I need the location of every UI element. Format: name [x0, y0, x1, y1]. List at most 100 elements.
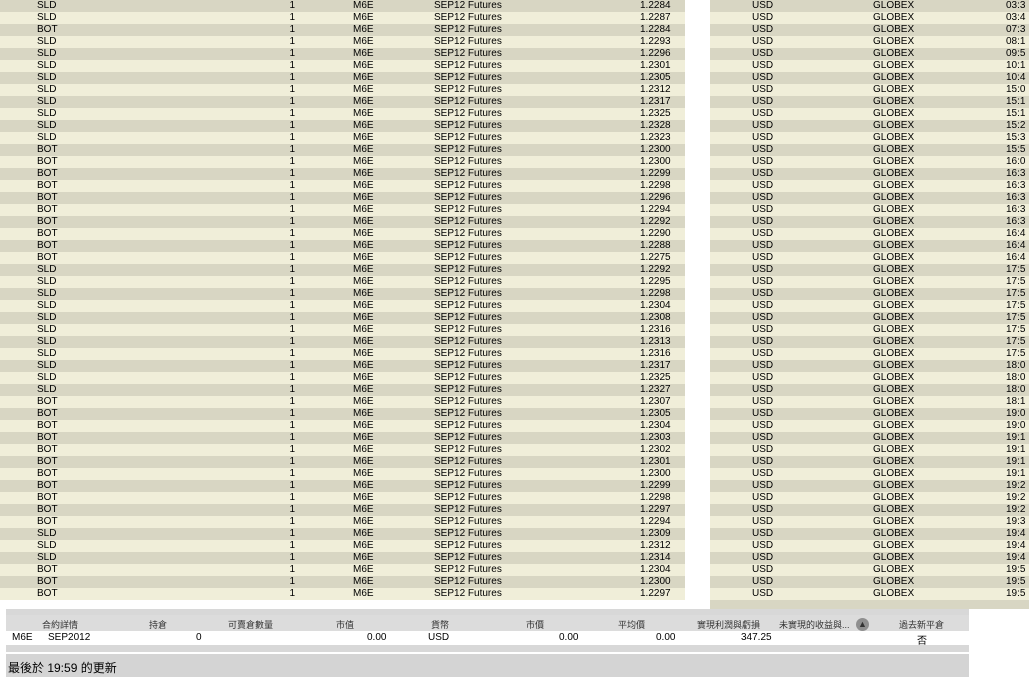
trade-currency: USD: [752, 540, 774, 551]
header-position[interactable]: 持倉: [149, 618, 167, 631]
table-row[interactable]: SLD 1 M6E SEP12 Futures 1.2284 USD GLOBEX 03:3: [0, 0, 1029, 12]
trade-exchange: GLOBEX: [873, 204, 915, 215]
trade-description: SEP12 Futures: [434, 144, 502, 155]
table-row[interactable]: SLD 1 M6E SEP12 Futures 1.2293 USD GLOBEX 08:1: [0, 36, 1029, 48]
table-row[interactable]: BOT 1 M6E SEP12 Futures 1.2290 USD GLOBEX 16:4: [0, 228, 1029, 240]
table-row[interactable]: BOT 1 M6E SEP12 Futures 1.2299 USD GLOBEX 16:3: [0, 168, 1029, 180]
header-contract[interactable]: 合約詳情: [42, 618, 78, 631]
table-row[interactable]: BOT 1 M6E SEP12 Futures 1.2300 USD GLOBEX 16:0: [0, 156, 1029, 168]
table-row[interactable]: SLD 1 M6E SEP12 Futures 1.2305 USD GLOBEX 10:4: [0, 72, 1029, 84]
header-avg-price[interactable]: 平均價: [618, 618, 645, 631]
trade-description: SEP12 Futures: [434, 300, 502, 311]
trade-exchange: GLOBEX: [873, 492, 915, 503]
trade-currency: USD: [752, 408, 774, 419]
table-row[interactable]: SLD 1 M6E SEP12 Futures 1.2309 USD GLOBEX 19:4: [0, 528, 1029, 540]
table-row[interactable]: SLD 1 M6E SEP12 Futures 1.2327 USD GLOBEX 18:0: [0, 384, 1029, 396]
table-row[interactable]: SLD 1 M6E SEP12 Futures 1.2313 USD GLOBEX 17:5: [0, 336, 1029, 348]
header-market-value[interactable]: 市值: [336, 618, 354, 631]
table-row[interactable]: SLD 1 M6E SEP12 Futures 1.2312 USD GLOBEX 15:0: [0, 84, 1029, 96]
table-row[interactable]: BOT 1 M6E SEP12 Futures 1.2297 USD GLOBEX 19:5: [0, 588, 1029, 600]
trade-exchange: GLOBEX: [873, 276, 915, 287]
table-row[interactable]: SLD 1 M6E SEP12 Futures 1.2304 USD GLOBEX 17:5: [0, 300, 1029, 312]
trade-description: SEP12 Futures: [434, 312, 502, 323]
table-row[interactable]: BOT 1 M6E SEP12 Futures 1.2294 USD GLOBEX 16:3: [0, 204, 1029, 216]
trade-time: 19:3: [1006, 516, 1026, 527]
header-available-qty[interactable]: 可賣倉數量: [228, 618, 273, 631]
table-row[interactable]: SLD 1 M6E SEP12 Futures 1.2287 USD GLOBEX 03:4: [0, 12, 1029, 24]
table-row[interactable]: BOT 1 M6E SEP12 Futures 1.2300 USD GLOBEX 15:5: [0, 144, 1029, 156]
trade-description: SEP12 Futures: [434, 348, 502, 359]
trade-price: 1.2309: [640, 528, 671, 539]
table-row[interactable]: SLD 1 M6E SEP12 Futures 1.2295 USD GLOBEX 17:5: [0, 276, 1029, 288]
trade-description: SEP12 Futures: [434, 228, 502, 239]
table-row[interactable]: SLD 1 M6E SEP12 Futures 1.2308 USD GLOBEX 17:5: [0, 312, 1029, 324]
trade-symbol: M6E: [353, 276, 374, 287]
table-row[interactable]: SLD 1 M6E SEP12 Futures 1.2316 USD GLOBEX 17:5: [0, 348, 1029, 360]
table-row[interactable]: BOT 1 M6E SEP12 Futures 1.2304 USD GLOBEX 19:5: [0, 564, 1029, 576]
table-row[interactable]: SLD 1 M6E SEP12 Futures 1.2323 USD GLOBEX 15:3: [0, 132, 1029, 144]
header-market-price[interactable]: 市價: [526, 618, 544, 631]
table-row[interactable]: SLD 1 M6E SEP12 Futures 1.2317 USD GLOBEX 15:1: [0, 96, 1029, 108]
trade-exchange: GLOBEX: [873, 480, 915, 491]
table-row[interactable]: BOT 1 M6E SEP12 Futures 1.2307 USD GLOBEX 18:1: [0, 396, 1029, 408]
trade-description: SEP12 Futures: [434, 468, 502, 479]
trade-qty: 1: [289, 324, 295, 335]
trade-qty: 1: [289, 588, 295, 599]
trade-qty: 1: [289, 300, 295, 311]
trade-symbol: M6E: [353, 564, 374, 575]
trade-description: SEP12 Futures: [434, 540, 502, 551]
table-row[interactable]: BOT 1 M6E SEP12 Futures 1.2303 USD GLOBEX 19:1: [0, 432, 1029, 444]
trades-table: SLD 1 M6E SEP12 Futures 1.2284 USD GLOBEX 03:3 S…: [0, 0, 1029, 603]
trade-time: 19:0: [1006, 420, 1026, 431]
trade-exchange: GLOBEX: [873, 444, 915, 455]
table-row[interactable]: SLD 1 M6E SEP12 Futures 1.2316 USD GLOBEX 17:5: [0, 324, 1029, 336]
table-row[interactable]: BOT 1 M6E SEP12 Futures 1.2294 USD GLOBEX 19:3: [0, 516, 1029, 528]
table-row[interactable]: SLD 1 M6E SEP12 Futures 1.2325 USD GLOBEX 18:0: [0, 372, 1029, 384]
table-row[interactable]: SLD 1 M6E SEP12 Futures 1.2298 USD GLOBEX 17:5: [0, 288, 1029, 300]
table-row[interactable]: BOT 1 M6E SEP12 Futures 1.2296 USD GLOBEX 16:3: [0, 192, 1029, 204]
table-row[interactable]: BOT 1 M6E SEP12 Futures 1.2305 USD GLOBEX 19:0: [0, 408, 1029, 420]
table-row[interactable]: SLD 1 M6E SEP12 Futures 1.2317 USD GLOBEX 18:0: [0, 360, 1029, 372]
header-close-out[interactable]: 過去新平倉: [899, 618, 944, 631]
cell-close-out: 否: [917, 636, 927, 647]
trade-exchange: GLOBEX: [873, 288, 915, 299]
table-row[interactable]: BOT 1 M6E SEP12 Futures 1.2275 USD GLOBEX 16:4: [0, 252, 1029, 264]
portfolio-row[interactable]: M6E SEP2012 0 0.00 USD 0.00 0.00 347.25 …: [6, 631, 969, 647]
header-realized-pnl[interactable]: 實現利潤與虧損: [697, 618, 760, 631]
trade-qty: 1: [289, 444, 295, 455]
table-row[interactable]: SLD 1 M6E SEP12 Futures 1.2325 USD GLOBEX 15:1: [0, 108, 1029, 120]
header-unrealized-pnl[interactable]: 未實現的收益與...: [779, 618, 850, 631]
table-row[interactable]: BOT 1 M6E SEP12 Futures 1.2302 USD GLOBEX 19:1: [0, 444, 1029, 456]
table-row[interactable]: BOT 1 M6E SEP12 Futures 1.2300 USD GLOBEX 19:5: [0, 576, 1029, 588]
table-row[interactable]: BOT 1 M6E SEP12 Futures 1.2298 USD GLOBEX 19:2: [0, 492, 1029, 504]
trade-exchange: GLOBEX: [873, 216, 915, 227]
portfolio-header: 合約詳情 持倉 可賣倉數量 市值 貨幣 市價 平均價 實現利潤與虧損 未實現的收…: [6, 615, 969, 631]
header-currency[interactable]: 貨幣: [431, 618, 449, 631]
trade-qty: 1: [289, 480, 295, 491]
table-row[interactable]: BOT 1 M6E SEP12 Futures 1.2298 USD GLOBEX 16:3: [0, 180, 1029, 192]
table-row[interactable]: BOT 1 M6E SEP12 Futures 1.2284 USD GLOBEX 07:3: [0, 24, 1029, 36]
trade-price: 1.2301: [640, 456, 671, 467]
table-row[interactable]: BOT 1 M6E SEP12 Futures 1.2301 USD GLOBEX 19:1: [0, 456, 1029, 468]
table-row[interactable]: BOT 1 M6E SEP12 Futures 1.2292 USD GLOBEX 16:3: [0, 216, 1029, 228]
table-row[interactable]: BOT 1 M6E SEP12 Futures 1.2304 USD GLOBEX 19:0: [0, 420, 1029, 432]
trade-symbol: M6E: [353, 216, 374, 227]
table-row[interactable]: SLD 1 M6E SEP12 Futures 1.2301 USD GLOBEX 10:1: [0, 60, 1029, 72]
trade-currency: USD: [752, 360, 774, 371]
table-row[interactable]: SLD 1 M6E SEP12 Futures 1.2296 USD GLOBEX 09:5: [0, 48, 1029, 60]
table-row[interactable]: BOT 1 M6E SEP12 Futures 1.2299 USD GLOBEX 19:2: [0, 480, 1029, 492]
table-row[interactable]: BOT 1 M6E SEP12 Futures 1.2288 USD GLOBEX 16:4: [0, 240, 1029, 252]
trade-price: 1.2304: [640, 564, 671, 575]
sort-up-icon[interactable]: ▲: [856, 618, 869, 631]
table-row[interactable]: BOT 1 M6E SEP12 Futures 1.2297 USD GLOBEX 19:2: [0, 504, 1029, 516]
table-row[interactable]: SLD 1 M6E SEP12 Futures 1.2328 USD GLOBEX 15:2: [0, 120, 1029, 132]
column-gap: [685, 0, 710, 609]
trade-time: 09:5: [1006, 48, 1026, 59]
table-row[interactable]: SLD 1 M6E SEP12 Futures 1.2314 USD GLOBEX 19:4: [0, 552, 1029, 564]
table-row[interactable]: SLD 1 M6E SEP12 Futures 1.2312 USD GLOBEX 19:4: [0, 540, 1029, 552]
trade-price: 1.2296: [640, 48, 671, 59]
trade-symbol: M6E: [353, 240, 374, 251]
table-row[interactable]: BOT 1 M6E SEP12 Futures 1.2300 USD GLOBEX 19:1: [0, 468, 1029, 480]
table-row[interactable]: SLD 1 M6E SEP12 Futures 1.2292 USD GLOBEX 17:5: [0, 264, 1029, 276]
trade-description: SEP12 Futures: [434, 72, 502, 83]
